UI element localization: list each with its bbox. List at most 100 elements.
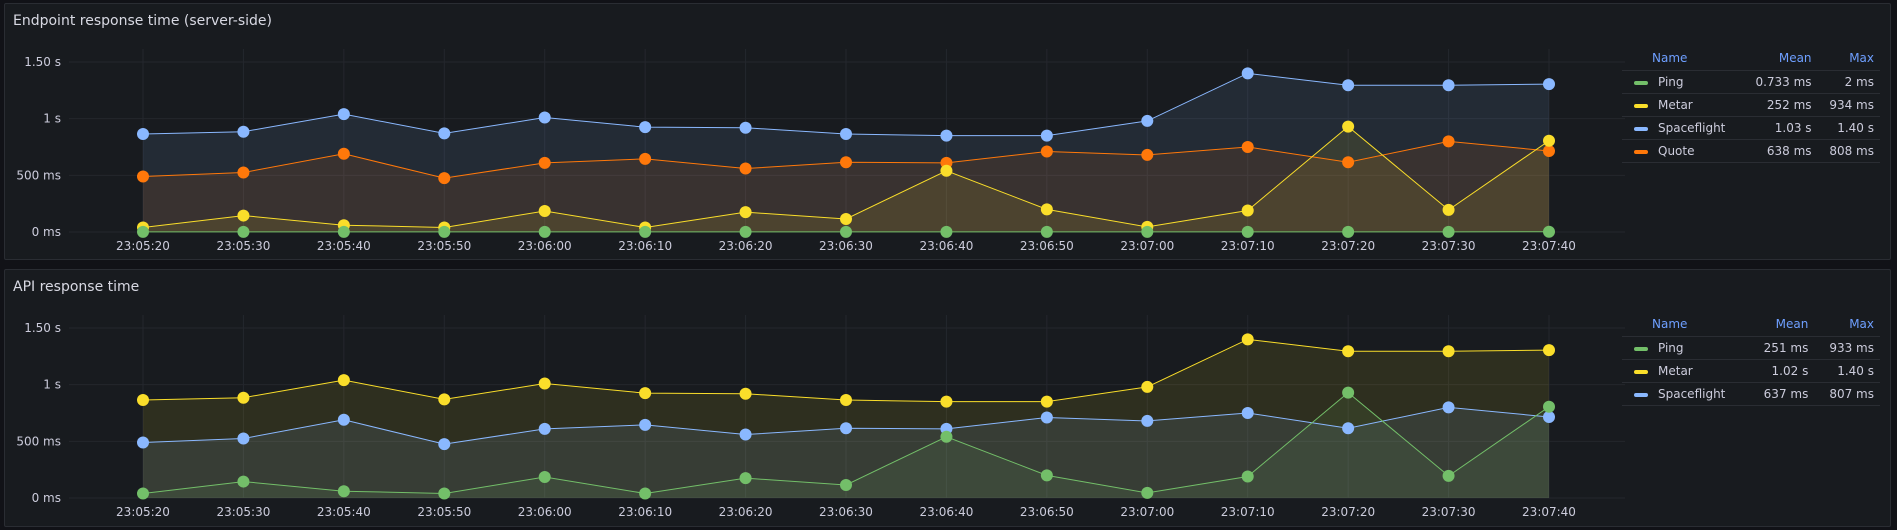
legend-series-name[interactable]: Spaceflight — [1658, 121, 1725, 135]
data-point-metar[interactable] — [639, 387, 652, 400]
data-point-ping[interactable] — [1543, 225, 1555, 238]
data-point-spaceflight[interactable] — [538, 111, 551, 124]
data-point-ping[interactable] — [639, 225, 652, 238]
data-point-ping[interactable] — [1241, 225, 1254, 238]
data-point-quote[interactable] — [840, 156, 852, 169]
data-point-metar[interactable] — [1342, 120, 1355, 133]
data-point-metar[interactable] — [940, 395, 953, 408]
data-point-ping[interactable] — [1141, 225, 1154, 238]
data-point-spaceflight[interactable] — [1442, 79, 1455, 92]
data-point-metar[interactable] — [1040, 395, 1053, 408]
data-point-metar[interactable] — [739, 206, 752, 219]
data-point-ping[interactable] — [538, 471, 551, 484]
data-point-ping[interactable] — [840, 225, 852, 238]
data-point-ping[interactable] — [1040, 469, 1053, 482]
data-point-metar[interactable] — [1141, 380, 1154, 393]
data-point-metar[interactable] — [840, 393, 852, 406]
legend-header-mean[interactable]: Mean — [1742, 49, 1818, 71]
data-point-quote[interactable] — [538, 156, 551, 169]
data-point-spaceflight[interactable] — [639, 121, 652, 134]
data-point-quote[interactable] — [1442, 135, 1455, 148]
data-point-spaceflight[interactable] — [840, 127, 852, 140]
data-point-spaceflight[interactable] — [1342, 79, 1355, 92]
data-point-spaceflight[interactable] — [337, 108, 350, 121]
data-point-ping[interactable] — [1241, 470, 1254, 483]
legend-header-max[interactable]: Max — [1814, 315, 1880, 337]
legend-series-name[interactable]: Spaceflight — [1658, 387, 1725, 401]
data-point-metar[interactable] — [840, 212, 852, 225]
data-point-ping[interactable] — [639, 487, 652, 500]
data-point-quote[interactable] — [639, 152, 652, 165]
legend-header-mean[interactable]: Mean — [1748, 315, 1815, 337]
data-point-quote[interactable] — [237, 166, 250, 179]
data-point-spaceflight[interactable] — [1141, 114, 1154, 127]
data-point-spaceflight[interactable] — [538, 422, 551, 435]
data-point-ping[interactable] — [137, 225, 149, 238]
data-point-metar[interactable] — [1442, 345, 1455, 358]
data-point-spaceflight[interactable] — [137, 127, 149, 140]
legend-row-spaceflight[interactable]: Spaceflight 1.03 s 1.40 s — [1622, 116, 1880, 140]
legend-series-name[interactable]: Metar — [1658, 98, 1693, 112]
data-point-spaceflight[interactable] — [438, 127, 451, 140]
data-point-spaceflight[interactable] — [1241, 407, 1254, 419]
data-point-quote[interactable] — [438, 172, 451, 185]
data-point-spaceflight[interactable] — [840, 422, 852, 435]
data-point-metar[interactable] — [940, 164, 953, 177]
data-point-ping[interactable] — [438, 225, 451, 238]
data-point-ping[interactable] — [1442, 469, 1455, 482]
data-point-metar[interactable] — [237, 391, 250, 404]
data-point-quote[interactable] — [739, 162, 752, 175]
data-point-spaceflight[interactable] — [639, 418, 652, 431]
data-point-metar[interactable] — [1442, 203, 1455, 216]
data-point-ping[interactable] — [1040, 225, 1053, 238]
data-point-metar[interactable] — [1241, 204, 1254, 217]
data-point-ping[interactable] — [337, 485, 350, 498]
data-point-quote[interactable] — [337, 147, 350, 160]
legend-header-name[interactable]: Name — [1622, 49, 1743, 71]
data-point-metar[interactable] — [538, 205, 551, 218]
data-point-spaceflight[interactable] — [1241, 67, 1254, 80]
data-point-metar[interactable] — [1040, 203, 1053, 216]
data-point-spaceflight[interactable] — [438, 438, 451, 451]
legend-series-name[interactable]: Ping — [1658, 75, 1684, 89]
data-point-spaceflight[interactable] — [1342, 422, 1355, 435]
data-point-metar[interactable] — [1241, 333, 1254, 346]
data-point-quote[interactable] — [137, 170, 149, 183]
data-point-quote[interactable] — [1342, 156, 1355, 169]
data-point-ping[interactable] — [538, 225, 551, 238]
data-point-quote[interactable] — [1141, 148, 1154, 161]
data-point-ping[interactable] — [739, 472, 752, 485]
data-point-metar[interactable] — [337, 374, 350, 387]
data-point-metar[interactable] — [438, 393, 451, 406]
data-point-spaceflight[interactable] — [1040, 411, 1053, 424]
data-point-metar[interactable] — [237, 209, 250, 222]
data-point-metar[interactable] — [137, 393, 149, 406]
data-point-spaceflight[interactable] — [940, 129, 953, 142]
data-point-ping[interactable] — [739, 225, 752, 238]
data-point-spaceflight[interactable] — [1040, 129, 1053, 142]
data-point-ping[interactable] — [940, 430, 953, 443]
data-point-quote[interactable] — [1241, 141, 1254, 153]
data-point-ping[interactable] — [1342, 386, 1355, 399]
data-point-spaceflight[interactable] — [1141, 414, 1154, 427]
legend-row-ping[interactable]: Ping 251 ms 933 ms — [1622, 336, 1880, 360]
data-point-metar[interactable] — [1543, 134, 1555, 147]
data-point-ping[interactable] — [840, 478, 852, 491]
data-point-metar[interactable] — [739, 387, 752, 400]
data-point-spaceflight[interactable] — [137, 436, 149, 449]
legend-header-max[interactable]: Max — [1817, 49, 1880, 71]
legend-row-metar[interactable]: Metar 1.02 s 1.40 s — [1622, 359, 1880, 383]
data-point-ping[interactable] — [237, 475, 250, 488]
data-point-ping[interactable] — [1342, 225, 1355, 238]
data-point-spaceflight[interactable] — [237, 125, 250, 138]
legend-series-name[interactable]: Ping — [1658, 341, 1684, 355]
legend-row-quote[interactable]: Quote 638 ms 808 ms — [1622, 139, 1880, 163]
data-point-ping[interactable] — [237, 225, 250, 238]
data-point-ping[interactable] — [940, 225, 953, 238]
data-point-spaceflight[interactable] — [739, 121, 752, 134]
legend-header-name[interactable]: Name — [1622, 315, 1749, 337]
data-point-quote[interactable] — [1040, 145, 1053, 158]
legend-row-metar[interactable]: Metar 252 ms 934 ms — [1622, 93, 1880, 117]
data-point-ping[interactable] — [438, 487, 451, 500]
legend-row-spaceflight[interactable]: Spaceflight 637 ms 807 ms — [1622, 382, 1880, 406]
